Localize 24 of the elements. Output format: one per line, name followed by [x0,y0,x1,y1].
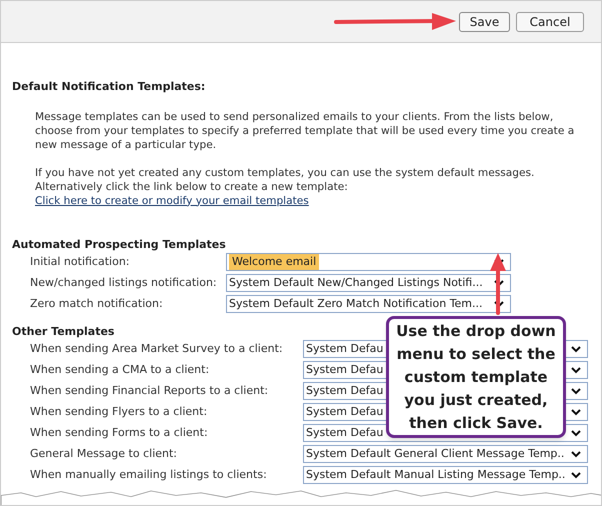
field-label: When sending Area Market Survey to a client: [30,340,284,357]
field-label: When sending a CMA to a client: [30,362,210,378]
selected-value: Welcome email [229,254,320,270]
selected-value: System Defau [306,424,384,442]
field-label: When sending Flyers to a client: [30,404,208,420]
callout-tooltip: Use the drop down menu to select the custom template you just created, then click Save. [386,316,566,438]
intro-paragraph: If you have not yet created any custom templates, you can use the system default messages. Alternatively click the link below to create a new template: [35,166,536,194]
field-label: When sending Financial Reports to a client: [30,382,270,399]
section-title: Automated Prospecting Templates [12,238,226,252]
selected-value: System Defau [306,404,384,420]
selected-value: System Defau [306,340,384,358]
selected-value: System Defau [306,362,384,378]
field-label: Zero match notification: [30,296,164,312]
selected-value: System Default New/Changed Listings Notifi... [229,274,483,292]
field-label: New/changed listings notification: [30,274,218,291]
section-title: Default Notification Templates: [12,79,206,95]
field-label: General Message to client: [30,446,178,462]
selected-value: System Defau [306,382,384,400]
selected-value: System Default Zero Match Notification Tem... [229,296,483,312]
field-label: Initial notification: [30,254,130,270]
section-title: Other Templates [12,324,114,338]
intro-paragraph: Message templates can be used to send personalized emails to your clients. From the lists below, choose from your templates to specify a preferred template that will be used every time you create a new message of a particular type. [35,110,576,152]
field-label: When sending Forms to a client: [30,424,209,441]
field-label: When manually emailing listings to clients: [30,466,268,483]
